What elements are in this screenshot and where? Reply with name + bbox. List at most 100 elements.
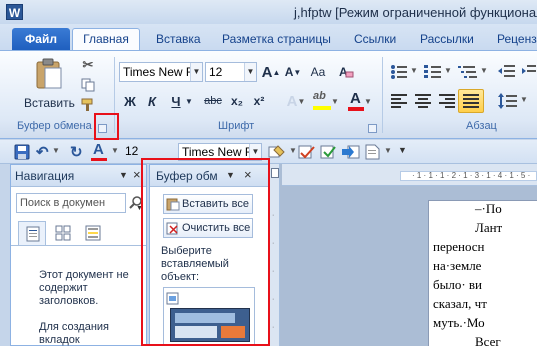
underline-button[interactable]: Ч — [168, 91, 184, 111]
justify-button[interactable] — [458, 89, 484, 113]
align-right-icon[interactable] — [438, 93, 456, 109]
multilevel-list-icon[interactable] — [458, 64, 478, 80]
document-page[interactable]: –·По Лант переносн на·земле было· ви ска… — [428, 200, 537, 346]
new-document-icon[interactable] — [364, 144, 382, 160]
font-color-button[interactable]: A ▼ — [346, 89, 374, 113]
tab-mailings[interactable]: Рассылки — [420, 30, 474, 50]
chevron-down-icon[interactable]: ▼ — [410, 66, 418, 75]
customize-qat-icon[interactable]: ▼ — [398, 145, 407, 155]
track-changes-icon[interactable] — [298, 144, 316, 160]
subscript-button[interactable]: x₂ — [228, 91, 246, 111]
tab-selector[interactable] — [271, 168, 279, 178]
search-input[interactable]: Поиск в докумен — [16, 193, 126, 213]
grow-font-icon: A — [261, 63, 273, 81]
chevron-down-icon[interactable]: ▼ — [190, 63, 202, 81]
clear-all-button[interactable]: Очистить все — [163, 218, 253, 238]
chevron-down-icon[interactable]: ▼ — [52, 146, 60, 155]
tab-insert[interactable]: Вставка — [156, 30, 201, 50]
line-spacing-icon[interactable] — [498, 93, 518, 109]
clipboard-group-label: Буфер обмена — [17, 120, 92, 132]
search-icon[interactable]: ▼ — [128, 195, 144, 212]
qat-font-color-button[interactable]: A — [90, 141, 110, 163]
font-color-bar — [91, 158, 107, 161]
chevron-down-icon[interactable]: ▼ — [119, 170, 128, 180]
tab-page-layout[interactable]: Разметка страницы — [222, 30, 331, 50]
align-left-icon[interactable] — [390, 93, 408, 109]
cut-icon[interactable]: ✂ — [80, 57, 96, 73]
tab-results[interactable] — [85, 225, 101, 241]
save-icon[interactable] — [14, 144, 30, 160]
quick-save-icon[interactable] — [30, 4, 48, 20]
navigation-pane: Навигация ▼ × Поиск в докумен ▼ Этот док… — [10, 164, 147, 346]
qat-font-size-combo[interactable]: 12 — [123, 143, 175, 161]
chevron-down-icon[interactable]: ▼ — [480, 66, 488, 75]
tab-pages[interactable] — [55, 225, 71, 241]
divider — [11, 245, 146, 246]
font-name-combo[interactable]: Times New Rc ▼ — [119, 62, 203, 82]
next-change-icon[interactable] — [342, 144, 360, 160]
vertical-ruler-marks: · · · · · — [272, 212, 275, 331]
change-case-icon: Aa — [310, 65, 326, 79]
word-app-icon[interactable]: W — [6, 4, 23, 20]
text-line: Всег — [475, 334, 501, 346]
chevron-down-icon[interactable]: ▼ — [520, 95, 528, 104]
text-line: сказал, чт — [433, 296, 487, 311]
document-area: · 1 · 1 · 1 · 2 · 1 · 3 · 1 · 4 · 1 · 5 … — [270, 164, 537, 346]
title-bar: W j,hfptw [Режим ограниченной функционал… — [0, 0, 537, 24]
chevron-down-icon[interactable]: ▼ — [244, 63, 256, 81]
tab-file[interactable]: Файл — [12, 28, 70, 50]
text-line: –·По — [475, 201, 502, 216]
redo-icon[interactable]: ↻ — [70, 143, 83, 161]
chevron-down-icon[interactable]: ▼ — [111, 146, 119, 155]
font-name-value: Times New Rc — [123, 65, 201, 79]
tab-review[interactable]: Рецензи — [497, 30, 537, 50]
close-icon[interactable]: × — [133, 167, 141, 182]
text-line: муть.·Мо — [433, 315, 485, 330]
chevron-down-icon[interactable]: ▼ — [226, 170, 235, 180]
chevron-down-icon[interactable]: ▼ — [249, 144, 261, 160]
increase-indent-icon[interactable] — [522, 64, 536, 80]
superscript-button[interactable]: x² — [250, 91, 268, 111]
text-line: на·земле — [433, 258, 482, 273]
headings-icon — [26, 226, 40, 242]
italic-button[interactable]: К — [144, 91, 160, 111]
close-icon[interactable]: × — [244, 167, 252, 182]
shrink-font-button[interactable]: A ▼ — [284, 62, 302, 82]
decrease-indent-icon[interactable] — [498, 64, 516, 80]
font-color-bar — [348, 107, 365, 111]
grow-font-button[interactable]: A ▲ — [261, 62, 281, 82]
format-icon[interactable] — [268, 144, 288, 160]
highlight-color-bar — [313, 106, 332, 110]
text-effects-button[interactable]: A ▼ — [284, 91, 308, 111]
chevron-down-icon[interactable]: ▼ — [289, 146, 297, 155]
font-color-icon: A — [350, 90, 361, 107]
font-size-combo[interactable]: 12 ▼ — [205, 62, 257, 82]
horizontal-ruler: · 1 · 1 · 1 · 2 · 1 · 3 · 1 · 4 · 1 · 5 … — [282, 164, 537, 186]
chevron-down-icon[interactable]: ▼ — [184, 91, 194, 111]
clear-formatting-button[interactable]: A — [336, 62, 356, 82]
chevron-down-icon[interactable]: ▼ — [444, 66, 452, 75]
format-painter-icon[interactable] — [80, 97, 96, 113]
clipboard-item[interactable] — [163, 287, 255, 345]
qat-font-name-value: Times New Rc — [182, 145, 260, 159]
paste-button[interactable]: Вставить — [22, 56, 75, 114]
change-case-button[interactable]: Aa — [306, 62, 330, 82]
align-center-icon[interactable] — [414, 93, 432, 109]
clipboard-instruction: Выберите вставляемый объект: — [161, 245, 229, 283]
copy-icon[interactable] — [80, 77, 96, 93]
font-dialog-launcher[interactable] — [368, 124, 377, 133]
clipboard-dialog-launcher[interactable] — [98, 124, 107, 133]
undo-icon[interactable]: ↶ — [36, 143, 49, 161]
tab-headings[interactable] — [18, 221, 46, 245]
bold-button[interactable]: Ж — [122, 91, 138, 111]
chevron-down-icon[interactable]: ▼ — [384, 146, 392, 155]
tab-home[interactable]: Главная — [72, 28, 140, 50]
bullets-icon[interactable] — [390, 64, 408, 80]
strikethrough-button[interactable]: abc — [202, 91, 224, 111]
accept-change-icon[interactable] — [320, 144, 338, 160]
qat-font-name-combo[interactable]: Times New Rc ▼ — [178, 143, 262, 161]
numbering-icon[interactable] — [424, 64, 442, 80]
paste-all-button[interactable]: Вставить все — [163, 194, 253, 214]
highlight-button[interactable]: ab ▼ — [312, 89, 340, 113]
tab-references[interactable]: Ссылки — [354, 30, 396, 50]
